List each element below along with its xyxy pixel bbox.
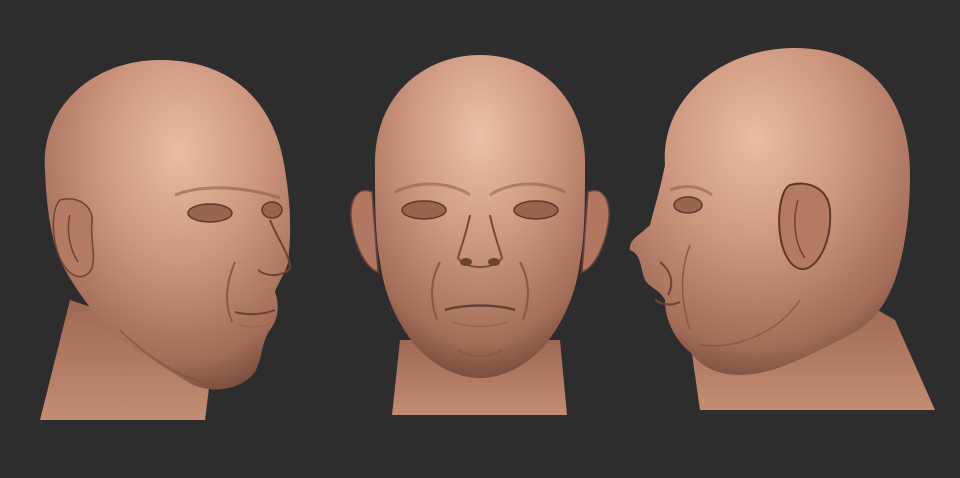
render-viewport <box>0 0 960 478</box>
front-view <box>350 55 610 415</box>
left-profile-view <box>629 48 935 410</box>
sculpt-render <box>40 48 935 420</box>
three-quarter-right-view <box>40 60 292 420</box>
